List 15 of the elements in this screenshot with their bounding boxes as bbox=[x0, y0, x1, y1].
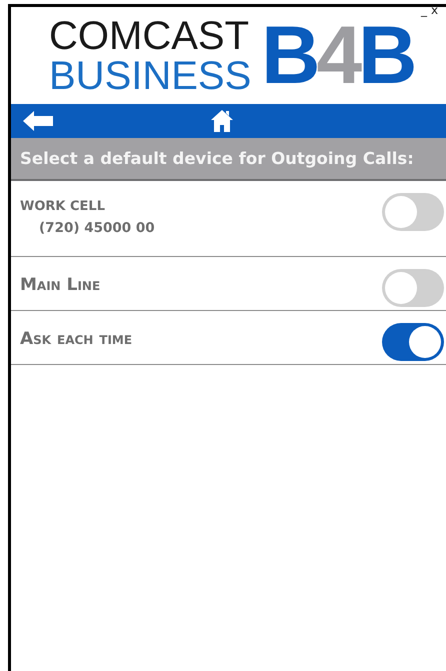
logo-wordmark-bottom: BUSINESS bbox=[49, 56, 252, 96]
toggle-switch[interactable] bbox=[382, 193, 444, 231]
home-icon[interactable] bbox=[211, 110, 233, 132]
device-label: Main Line bbox=[20, 275, 100, 295]
minimize-button[interactable]: _ bbox=[421, 7, 427, 17]
back-arrow-icon[interactable] bbox=[23, 111, 53, 131]
close-button[interactable]: x bbox=[431, 7, 438, 17]
toggle-switch[interactable] bbox=[382, 323, 444, 361]
device-label: WORK CELL bbox=[20, 199, 106, 214]
device-label: Ask each time bbox=[20, 329, 132, 349]
phone-number: (720) 45000 00 bbox=[39, 220, 155, 236]
toggle-switch[interactable] bbox=[382, 269, 444, 307]
logo-mark: B4B bbox=[261, 14, 414, 96]
logo-wordmark-top: COMCAST bbox=[49, 16, 250, 56]
section-header: Select a default device for Outgoing Calls: bbox=[11, 138, 446, 181]
